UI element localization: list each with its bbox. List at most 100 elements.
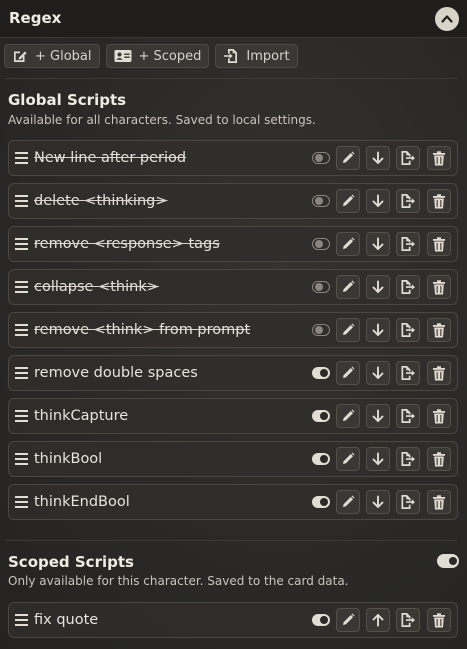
move-to-scoped-button[interactable]: [366, 232, 390, 256]
delete-script-button[interactable]: [427, 189, 451, 213]
script-enable-toggle[interactable]: [312, 152, 330, 164]
edit-script-button[interactable]: [336, 275, 360, 299]
delete-script-button[interactable]: [427, 608, 451, 632]
export-script-button[interactable]: [396, 275, 420, 299]
script-enable-toggle[interactable]: [312, 614, 330, 626]
pencil-icon: [343, 452, 355, 464]
script-name: remove <think> from prompt: [34, 322, 251, 338]
edit-script-button[interactable]: [336, 189, 360, 213]
arrow-down-icon: [372, 452, 384, 465]
script-name: collapse <think>: [34, 279, 159, 295]
delete-script-button[interactable]: [427, 447, 451, 471]
script-row[interactable]: thinkBool: [8, 441, 458, 477]
delete-script-button[interactable]: [427, 318, 451, 342]
script-row[interactable]: New line after period: [8, 140, 458, 176]
script-row[interactable]: fix quote: [8, 602, 458, 638]
script-enable-toggle[interactable]: [312, 410, 330, 422]
add-global-button[interactable]: + Global: [4, 44, 100, 68]
script-row[interactable]: remove <think> from prompt: [8, 312, 458, 348]
panel-header: Regex: [0, 0, 467, 38]
edit-script-button[interactable]: [336, 608, 360, 632]
move-to-scoped-button[interactable]: [366, 490, 390, 514]
export-script-button[interactable]: [396, 608, 420, 632]
script-row[interactable]: remove double spaces: [8, 355, 458, 391]
edit-script-button[interactable]: [336, 318, 360, 342]
pencil-icon: [343, 323, 355, 335]
script-enable-toggle[interactable]: [312, 496, 330, 508]
move-to-scoped-button[interactable]: [366, 189, 390, 213]
edit-script-button[interactable]: [336, 490, 360, 514]
script-row[interactable]: delete <thinking>: [8, 183, 458, 219]
script-row[interactable]: thinkEndBool: [8, 484, 458, 520]
export-script-button[interactable]: [396, 146, 420, 170]
move-to-scoped-button[interactable]: [366, 146, 390, 170]
file-export-icon: [401, 280, 415, 294]
arrow-down-icon: [372, 151, 384, 164]
script-enable-toggle[interactable]: [312, 453, 330, 465]
script-enable-toggle[interactable]: [312, 238, 330, 250]
bars-icon[interactable]: [15, 408, 28, 424]
delete-script-button[interactable]: [427, 490, 451, 514]
file-export-icon: [401, 409, 415, 423]
pencil-icon: [343, 280, 355, 292]
id-card-icon: [114, 50, 131, 62]
bars-icon[interactable]: [15, 236, 28, 252]
move-to-scoped-button[interactable]: [366, 404, 390, 428]
delete-script-button[interactable]: [427, 275, 451, 299]
edit-script-button[interactable]: [336, 447, 360, 471]
script-enable-toggle[interactable]: [312, 367, 330, 379]
export-script-button[interactable]: [396, 318, 420, 342]
edit-script-button[interactable]: [336, 404, 360, 428]
bars-icon[interactable]: [15, 365, 28, 381]
script-row[interactable]: collapse <think>: [8, 269, 458, 305]
add-scoped-button[interactable]: + Scoped: [105, 44, 210, 68]
import-button[interactable]: Import: [215, 44, 298, 68]
arrow-down-icon: [372, 194, 384, 207]
move-to-global-button[interactable]: [366, 608, 390, 632]
edit-script-button[interactable]: [336, 232, 360, 256]
script-enable-toggle[interactable]: [312, 281, 330, 293]
file-export-icon: [401, 323, 415, 337]
arrow-up-icon: [372, 614, 384, 627]
collapse-button[interactable]: [435, 7, 459, 31]
edit-script-button[interactable]: [336, 146, 360, 170]
scoped-scripts-title: Scoped Scripts: [8, 553, 134, 571]
script-enable-toggle[interactable]: [312, 195, 330, 207]
bars-icon[interactable]: [15, 322, 28, 338]
trash-icon: [433, 236, 445, 251]
export-script-button[interactable]: [396, 232, 420, 256]
delete-script-button[interactable]: [427, 404, 451, 428]
bars-icon[interactable]: [15, 193, 28, 209]
scoped-scripts-toggle[interactable]: [437, 554, 459, 568]
export-script-button[interactable]: [396, 189, 420, 213]
edit-script-button[interactable]: [336, 361, 360, 385]
move-to-scoped-button[interactable]: [366, 447, 390, 471]
script-row[interactable]: remove <response> tags: [8, 226, 458, 262]
move-to-scoped-button[interactable]: [366, 318, 390, 342]
bars-icon[interactable]: [15, 451, 28, 467]
pencil-icon: [343, 409, 355, 421]
trash-icon: [433, 150, 445, 165]
add-scoped-label: + Scoped: [138, 48, 202, 64]
delete-script-button[interactable]: [427, 146, 451, 170]
script-enable-toggle[interactable]: [312, 324, 330, 336]
bars-icon[interactable]: [15, 150, 28, 166]
export-script-button[interactable]: [396, 361, 420, 385]
export-script-button[interactable]: [396, 404, 420, 428]
import-label: Import: [246, 48, 290, 64]
move-to-scoped-button[interactable]: [366, 361, 390, 385]
export-script-button[interactable]: [396, 490, 420, 514]
global-scripts-title: Global Scripts: [8, 91, 127, 109]
delete-script-button[interactable]: [427, 361, 451, 385]
script-name: fix quote: [34, 612, 99, 628]
script-name: thinkBool: [34, 451, 103, 467]
bars-icon[interactable]: [15, 612, 28, 628]
move-to-scoped-button[interactable]: [366, 275, 390, 299]
delete-script-button[interactable]: [427, 232, 451, 256]
export-script-button[interactable]: [396, 447, 420, 471]
trash-icon: [433, 451, 445, 466]
arrow-down-icon: [372, 280, 384, 293]
bars-icon[interactable]: [15, 279, 28, 295]
script-row[interactable]: thinkCapture: [8, 398, 458, 434]
bars-icon[interactable]: [15, 494, 28, 510]
